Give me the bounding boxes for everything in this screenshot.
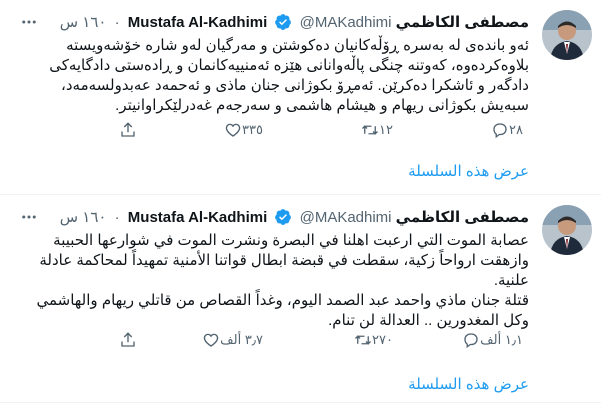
tweet-text-line: قتلة جنان ماذي واحمد عبد الصمد اليوم، وغ…: [36, 292, 529, 309]
tweet[interactable]: مصطفى الكاظمي Mustafa Al-Kadhimi @MAKadh…: [0, 0, 601, 180]
reply-count: ١٫١ ألف: [480, 332, 523, 347]
avatar[interactable]: [542, 205, 592, 255]
separator-dot: ·: [114, 209, 120, 226]
tweet-text: عصابة الموت التي ارعبت اهلنا في البصرة و…: [29, 231, 529, 331]
tweet-text-line: سبەیش بکوژانی ریهام و هیشام هاشمی و سەرج…: [115, 97, 529, 114]
share-icon: [121, 122, 135, 137]
reply-count: ٢٨: [509, 122, 523, 137]
retweet-button[interactable]: ١٢: [361, 118, 399, 142]
avatar-photo: [542, 10, 592, 60]
show-thread-link[interactable]: عرض هذه السلسلة: [408, 162, 529, 180]
separator-dot: ·: [114, 14, 120, 31]
reply-icon: [493, 123, 507, 139]
retweet-button[interactable]: ٢٧٠: [354, 328, 399, 352]
like-count: ٣٣٥: [242, 122, 263, 137]
verified-badge-icon: [274, 208, 292, 226]
like-button[interactable]: ٣٣٥: [224, 118, 269, 142]
reply-icon: [464, 333, 478, 349]
heart-icon: [203, 333, 219, 347]
tweet-text-line: ئەو باندەی لە بەسرە ڕۆڵەکانیان دەکوشتن و…: [66, 37, 529, 54]
like-button[interactable]: ٣٫٧ ألف: [202, 328, 269, 352]
retweet-count: ٢٧٠: [372, 332, 393, 347]
tweet-thread: مصطفى الكاظمي Mustafa Al-Kadhimi @MAKadh…: [0, 0, 601, 409]
show-thread-link[interactable]: عرض هذه السلسلة: [408, 375, 529, 393]
more-horizontal-icon[interactable]: [18, 207, 40, 227]
share-button[interactable]: [119, 328, 137, 352]
tweet[interactable]: مصطفى الكاظمي Mustafa Al-Kadhimi @MAKadh…: [0, 195, 601, 393]
tweet-text-line: وازهقت ارواحاً زكية، سقطت في قبضة ابطال …: [39, 252, 529, 269]
tweet-text-line: علنية.: [493, 272, 529, 289]
share-icon: [121, 332, 135, 347]
reply-button[interactable]: ١٫١ ألف: [462, 328, 529, 352]
tweet-text: ئەو باندەی لە بەسرە ڕۆڵەکانیان دەکوشتن و…: [29, 36, 529, 116]
retweet-count: ١٢: [379, 122, 393, 137]
tweet-header: مصطفى الكاظمي Mustafa Al-Kadhimi @MAKadh…: [60, 13, 529, 33]
heart-icon: [225, 123, 241, 137]
tweet-text-line: بلاوەکردەوە، کەوتنە چنگی پاڵەوانانی هێزە…: [49, 57, 529, 74]
tweet-time[interactable]: ١٦٠ س: [60, 209, 107, 226]
author-handle[interactable]: @MAKadhimi: [300, 14, 392, 31]
tweet-actions: ١٫١ ألف ٢٧٠ ٣٫٧ ألف: [29, 328, 529, 352]
retweet-icon: [355, 335, 372, 345]
more-horizontal-icon[interactable]: [18, 12, 40, 32]
tweet-text-line: عصابة الموت التي ارعبت اهلنا في البصرة و…: [53, 232, 529, 249]
author-handle[interactable]: @MAKadhimi: [300, 209, 392, 226]
avatar-photo: [542, 205, 592, 255]
retweet-icon: [362, 125, 379, 135]
tweet-actions: ٢٨ ١٢ ٣٣٥: [29, 118, 529, 142]
share-button[interactable]: [119, 118, 137, 142]
tweet-header: مصطفى الكاظمي Mustafa Al-Kadhimi @MAKadh…: [60, 208, 529, 228]
tweet-divider: [0, 402, 601, 403]
tweet-text-line: دادگەر و ئاشکرا دەکرێن. ئەمڕۆ بکوژانی جن…: [61, 77, 529, 94]
verified-badge-icon: [274, 13, 292, 31]
avatar[interactable]: [542, 10, 592, 60]
reply-button[interactable]: ٢٨: [491, 118, 529, 142]
like-count: ٣٫٧ ألف: [220, 332, 263, 347]
tweet-time[interactable]: ١٦٠ س: [60, 14, 107, 31]
